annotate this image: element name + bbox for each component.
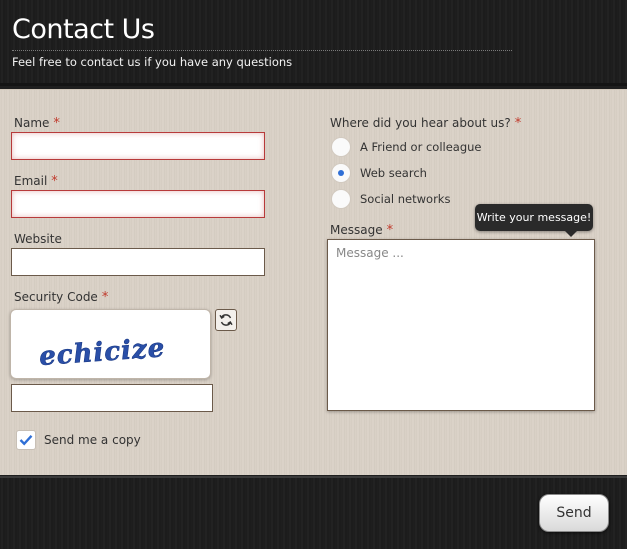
required-marker: * <box>51 174 58 189</box>
required-marker: * <box>386 223 394 238</box>
send-button[interactable]: Send <box>539 494 609 532</box>
radio-selected-dot <box>338 170 344 176</box>
security-code-field[interactable] <box>11 384 213 412</box>
email-field[interactable] <box>11 190 265 218</box>
website-field[interactable] <box>11 248 265 276</box>
message-tooltip: Write your message! <box>475 204 593 237</box>
email-label-text: Email <box>14 174 48 188</box>
send-copy-label: Send me a copy <box>44 433 141 447</box>
email-label: Email * <box>14 174 58 189</box>
radio-web-search-label: Web search <box>360 166 427 180</box>
name-label: Name * <box>14 116 60 131</box>
captcha-image: echicize <box>10 309 211 379</box>
page-header: Contact Us Feel free to contact us if yo… <box>0 0 627 86</box>
required-marker: * <box>53 116 60 131</box>
name-label-text: Name <box>14 116 50 130</box>
required-marker: * <box>514 116 522 131</box>
website-label-text: Website <box>14 232 62 246</box>
message-field[interactable] <box>327 239 595 411</box>
page-subtitle: Feel free to contact us if you have any … <box>12 55 293 69</box>
source-label: Where did you hear about us? * <box>330 116 521 131</box>
page-footer <box>0 476 627 549</box>
name-field[interactable] <box>11 132 265 160</box>
header-divider <box>12 50 512 51</box>
website-label: Website <box>14 232 62 246</box>
source-label-text: Where did you hear about us? <box>330 116 511 130</box>
security-code-label-text: Security Code <box>14 290 98 304</box>
radio-friend[interactable] <box>331 137 351 157</box>
refresh-captcha-button[interactable] <box>215 309 237 331</box>
radio-web-search[interactable] <box>331 163 351 183</box>
page-title: Contact Us <box>12 14 155 45</box>
message-label-text: Message <box>330 223 383 237</box>
security-code-label: Security Code * <box>14 290 108 305</box>
checkmark-icon <box>19 434 33 446</box>
captcha-text: echicize <box>38 333 166 372</box>
radio-social[interactable] <box>331 189 351 209</box>
send-copy-checkbox[interactable] <box>16 430 36 450</box>
radio-social-label: Social networks <box>360 192 451 206</box>
captcha-graphic: echicize <box>38 333 167 372</box>
required-marker: * <box>101 290 109 305</box>
message-label: Message * <box>330 223 393 238</box>
send-copy-label-text: Send me a copy <box>44 433 141 447</box>
refresh-icon <box>219 314 233 326</box>
radio-friend-label: A Friend or colleague <box>360 140 482 154</box>
